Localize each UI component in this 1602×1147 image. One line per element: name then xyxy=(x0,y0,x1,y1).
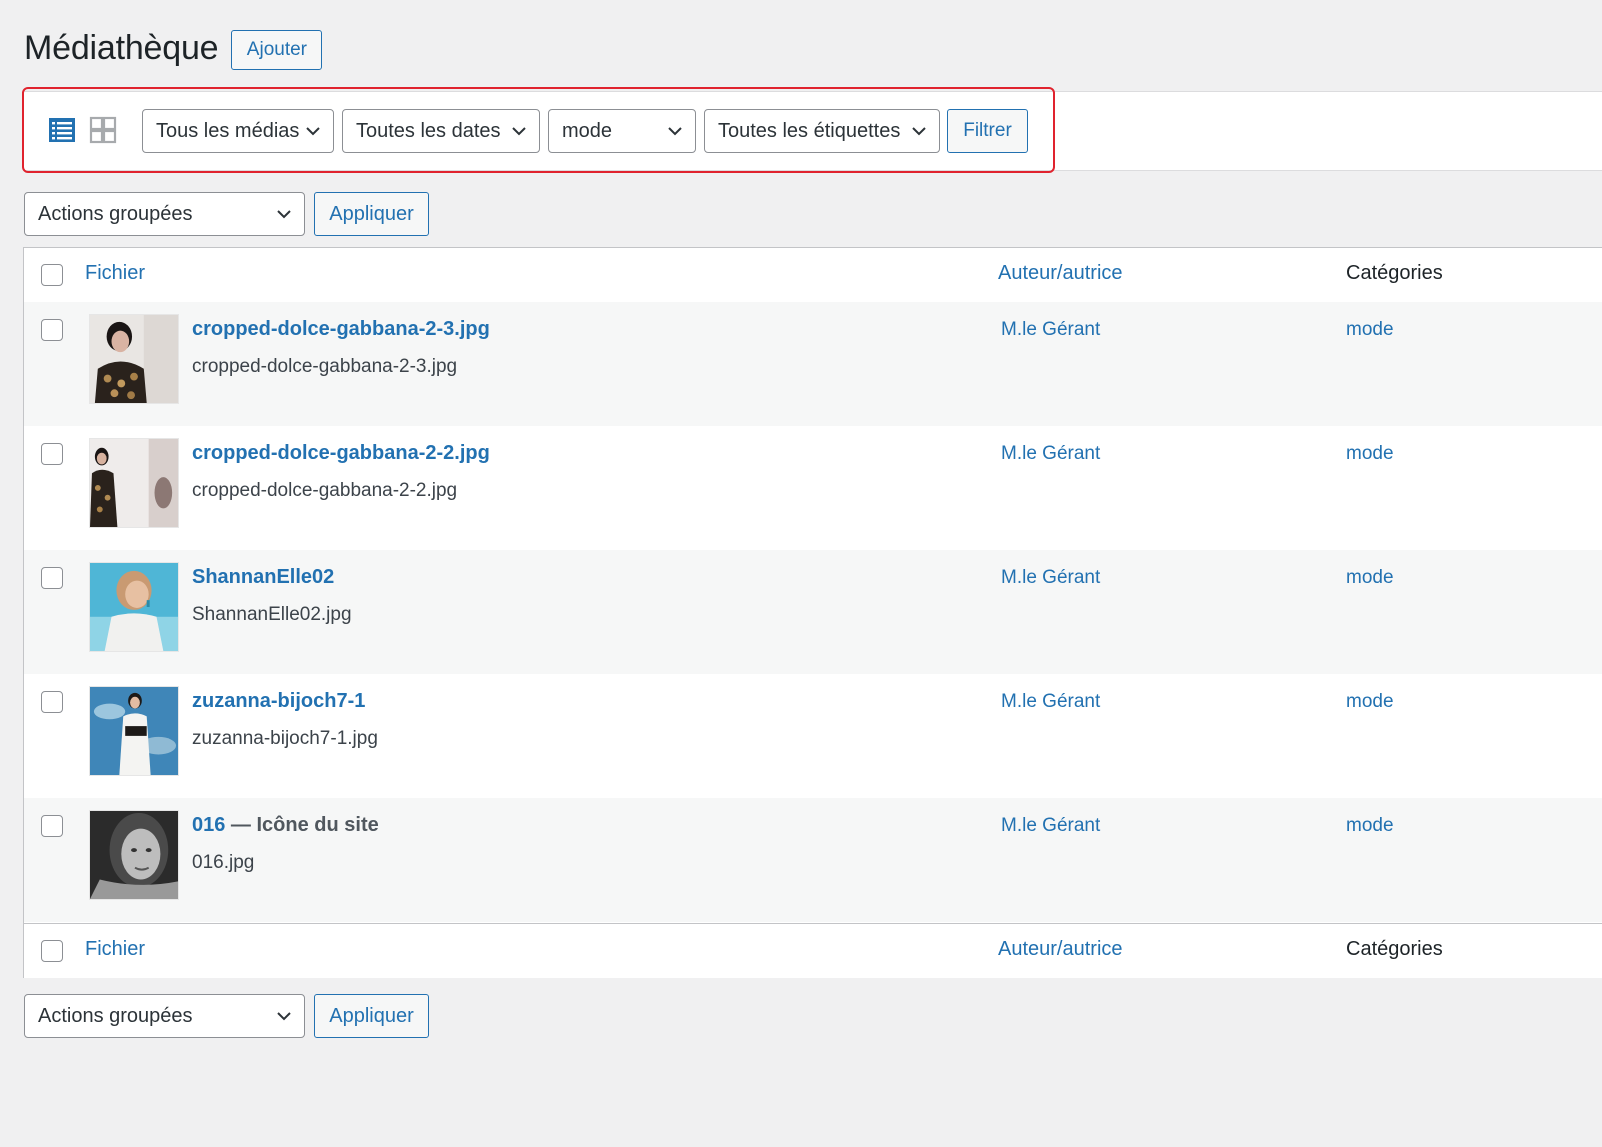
column-categories-footer: Catégories xyxy=(1346,938,1443,960)
media-author-link[interactable]: M.le Gérant xyxy=(1001,443,1100,465)
media-type-filter-value: Tous les médias xyxy=(156,119,300,142)
media-author-link[interactable]: M.le Gérant xyxy=(1001,567,1100,589)
media-title-link[interactable]: cropped-dolce-gabbana-2-3.jpg xyxy=(192,318,490,340)
column-author[interactable]: Auteur/autrice xyxy=(998,262,1123,285)
media-filename: 016.jpg xyxy=(192,852,255,873)
column-categories: Catégories xyxy=(1346,262,1443,284)
media-filename: zuzanna-bijoch7-1.jpg xyxy=(192,728,378,749)
select-all-checkbox-bottom[interactable] xyxy=(41,940,63,962)
media-filename: cropped-dolce-gabbana-2-3.jpg xyxy=(192,356,458,377)
table-row: ShannanElle02 ShannanElle02.jpg M.le Gér… xyxy=(24,550,1602,674)
column-file[interactable]: Fichier xyxy=(85,262,145,285)
row-checkbox[interactable] xyxy=(41,691,63,713)
media-title: zuzanna-bijoch7-1 xyxy=(192,690,365,713)
page-title-row: Médiathèque Ajouter xyxy=(24,26,323,70)
media-thumbnail[interactable] xyxy=(89,314,179,404)
table-row: cropped-dolce-gabbana-2-3.jpg cropped-do… xyxy=(24,302,1602,426)
media-category-link[interactable]: mode xyxy=(1346,443,1394,465)
media-category-link[interactable]: mode xyxy=(1346,815,1394,837)
chevron-down-icon xyxy=(512,127,526,136)
table-row: zuzanna-bijoch7-1 zuzanna-bijoch7-1.jpg … xyxy=(24,674,1602,798)
media-title: cropped-dolce-gabbana-2-2.jpg xyxy=(192,442,490,465)
media-filename: cropped-dolce-gabbana-2-2.jpg xyxy=(192,480,458,501)
page-title: Médiathèque xyxy=(24,28,219,67)
filter-button[interactable]: Filtrer xyxy=(947,109,1028,153)
row-checkbox[interactable] xyxy=(41,319,63,341)
table-row: cropped-dolce-gabbana-2-2.jpg cropped-do… xyxy=(24,426,1602,550)
table-footer: Fichier Auteur/autrice Catégories xyxy=(24,923,1602,978)
media-title: ShannanElle02 xyxy=(192,566,334,589)
tag-filter[interactable]: Toutes les étiquettes xyxy=(704,109,940,153)
media-table: Fichier Auteur/autrice Catégories croppe… xyxy=(23,247,1602,978)
table-header: Fichier Auteur/autrice Catégories xyxy=(24,248,1602,303)
media-thumbnail[interactable] xyxy=(89,810,179,900)
chevron-down-icon xyxy=(912,127,926,136)
media-title: 016 — Icône du site xyxy=(192,814,379,837)
media-author-link[interactable]: M.le Gérant xyxy=(1001,815,1100,837)
media-thumbnail[interactable] xyxy=(89,562,179,652)
column-author-footer[interactable]: Auteur/autrice xyxy=(998,938,1123,961)
apply-button-bottom[interactable]: Appliquer xyxy=(314,994,429,1038)
grid-view-icon[interactable] xyxy=(89,116,117,144)
tag-filter-value: Toutes les étiquettes xyxy=(718,119,901,142)
apply-button-top[interactable]: Appliquer xyxy=(314,192,429,236)
media-thumbnail[interactable] xyxy=(89,686,179,776)
chevron-down-icon xyxy=(668,127,682,136)
media-title-link[interactable]: 016 xyxy=(192,814,225,836)
media-author-link[interactable]: M.le Gérant xyxy=(1001,691,1100,713)
bulk-actions-value: Actions groupées xyxy=(38,1004,193,1027)
row-checkbox[interactable] xyxy=(41,567,63,589)
media-title-link[interactable]: zuzanna-bijoch7-1 xyxy=(192,690,365,712)
date-filter[interactable]: Toutes les dates xyxy=(342,109,540,153)
bulk-actions-value: Actions groupées xyxy=(38,202,193,225)
media-thumbnail[interactable] xyxy=(89,438,179,528)
category-filter[interactable]: mode xyxy=(548,109,696,153)
chevron-down-icon xyxy=(277,1012,291,1021)
list-view-icon[interactable] xyxy=(48,116,76,144)
media-category-link[interactable]: mode xyxy=(1346,319,1394,341)
bulk-actions-select-bottom[interactable]: Actions groupées xyxy=(24,994,305,1038)
select-all-checkbox[interactable] xyxy=(41,264,63,286)
add-media-button[interactable]: Ajouter xyxy=(231,30,323,70)
chevron-down-icon xyxy=(306,127,320,136)
media-category-link[interactable]: mode xyxy=(1346,567,1394,589)
media-type-filter[interactable]: Tous les médias xyxy=(142,109,334,153)
media-title-link[interactable]: cropped-dolce-gabbana-2-2.jpg xyxy=(192,442,490,464)
chevron-down-icon xyxy=(277,210,291,219)
column-file-footer[interactable]: Fichier xyxy=(85,938,145,961)
bulk-actions-select-top[interactable]: Actions groupées xyxy=(24,192,305,236)
row-checkbox[interactable] xyxy=(41,443,63,465)
media-category-link[interactable]: mode xyxy=(1346,691,1394,713)
date-filter-value: Toutes les dates xyxy=(356,119,501,142)
media-author-link[interactable]: M.le Gérant xyxy=(1001,319,1100,341)
media-filename: ShannanElle02.jpg xyxy=(192,604,352,625)
category-filter-value: mode xyxy=(562,119,613,142)
row-checkbox[interactable] xyxy=(41,815,63,837)
media-title-suffix: — Icône du site xyxy=(225,814,379,836)
table-row: 016 — Icône du site 016.jpg M.le Gérant … xyxy=(24,798,1602,922)
media-title: cropped-dolce-gabbana-2-3.jpg xyxy=(192,318,490,341)
media-title-link[interactable]: ShannanElle02 xyxy=(192,566,334,588)
